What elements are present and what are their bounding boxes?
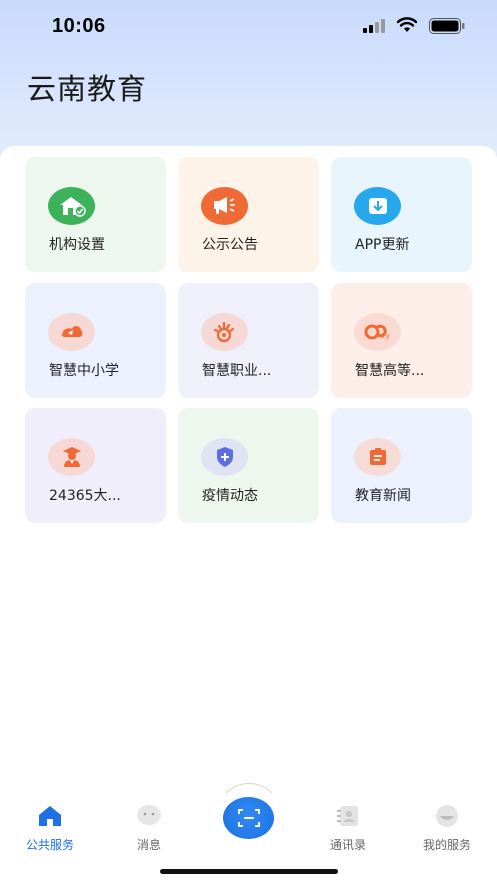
primary-school-icon (48, 313, 95, 351)
tile-smart-vocational[interactable]: 智慧职业... (178, 283, 319, 398)
tab-public-services[interactable]: 公共服务 (10, 804, 90, 853)
download-icon (354, 187, 401, 225)
tab-label: 通讯录 (329, 838, 366, 852)
vocational-icon (201, 313, 248, 351)
tile-label: APP更新 (355, 237, 410, 253)
page-title: 云南教育 (27, 72, 148, 106)
tab-messages[interactable]: 消息 (109, 804, 189, 853)
svg-text:zy: zy (382, 332, 390, 340)
home-icon (39, 806, 61, 826)
tab-contacts[interactable]: 通讯录 (308, 804, 388, 853)
institution-icon (48, 187, 95, 225)
news-icon (354, 438, 401, 476)
battery-icon (429, 18, 465, 34)
megaphone-icon (201, 187, 248, 225)
status-time: 10:06 (52, 15, 106, 37)
tile-label: 24365大... (49, 488, 121, 504)
tile-label: 疫情动态 (202, 488, 258, 504)
higher-edu-icon: zy (354, 313, 401, 351)
tile-public-notices[interactable]: 公示公告 (178, 157, 319, 272)
tile-app-update[interactable]: APP更新 (331, 157, 472, 272)
shield-plus-icon (201, 438, 248, 476)
tile-label: 公示公告 (202, 237, 258, 253)
tile-smart-higher-edu[interactable]: zy 智慧高等... (331, 283, 472, 398)
tab-my-services[interactable]: 我的服务 (407, 804, 487, 853)
tile-24365[interactable]: 24365大... (25, 408, 166, 523)
wifi-icon (396, 17, 418, 32)
chat-bubble-icon (137, 805, 161, 825)
tile-smart-k12[interactable]: 智慧中小学 (25, 283, 166, 398)
tab-label: 消息 (136, 838, 161, 852)
tab-label: 公共服务 (25, 838, 74, 852)
tile-label: 智慧中小学 (49, 363, 119, 379)
cellular-signal-icon (363, 19, 385, 33)
scan-icon (237, 809, 260, 827)
tile-label: 智慧职业... (202, 363, 272, 379)
status-bar: 10:06 (0, 0, 497, 54)
tab-label: 我的服务 (422, 838, 471, 852)
home-indicator (160, 869, 338, 874)
tile-label: 智慧高等... (355, 363, 425, 379)
tile-education-news[interactable]: 教育新闻 (331, 408, 472, 523)
tile-label: 机构设置 (49, 237, 105, 253)
graduate-icon (48, 438, 95, 476)
contacts-book-icon (337, 806, 358, 826)
service-sheet: 机构设置 公示公告 APP更新 智慧中小学 智慧职业... zy 智慧高等...… (0, 146, 497, 883)
smiley-face-icon (436, 805, 458, 827)
tile-epidemic-updates[interactable]: 疫情动态 (178, 408, 319, 523)
scan-button[interactable] (223, 797, 274, 839)
tile-label: 教育新闻 (355, 488, 411, 504)
tile-institution-settings[interactable]: 机构设置 (25, 157, 166, 272)
